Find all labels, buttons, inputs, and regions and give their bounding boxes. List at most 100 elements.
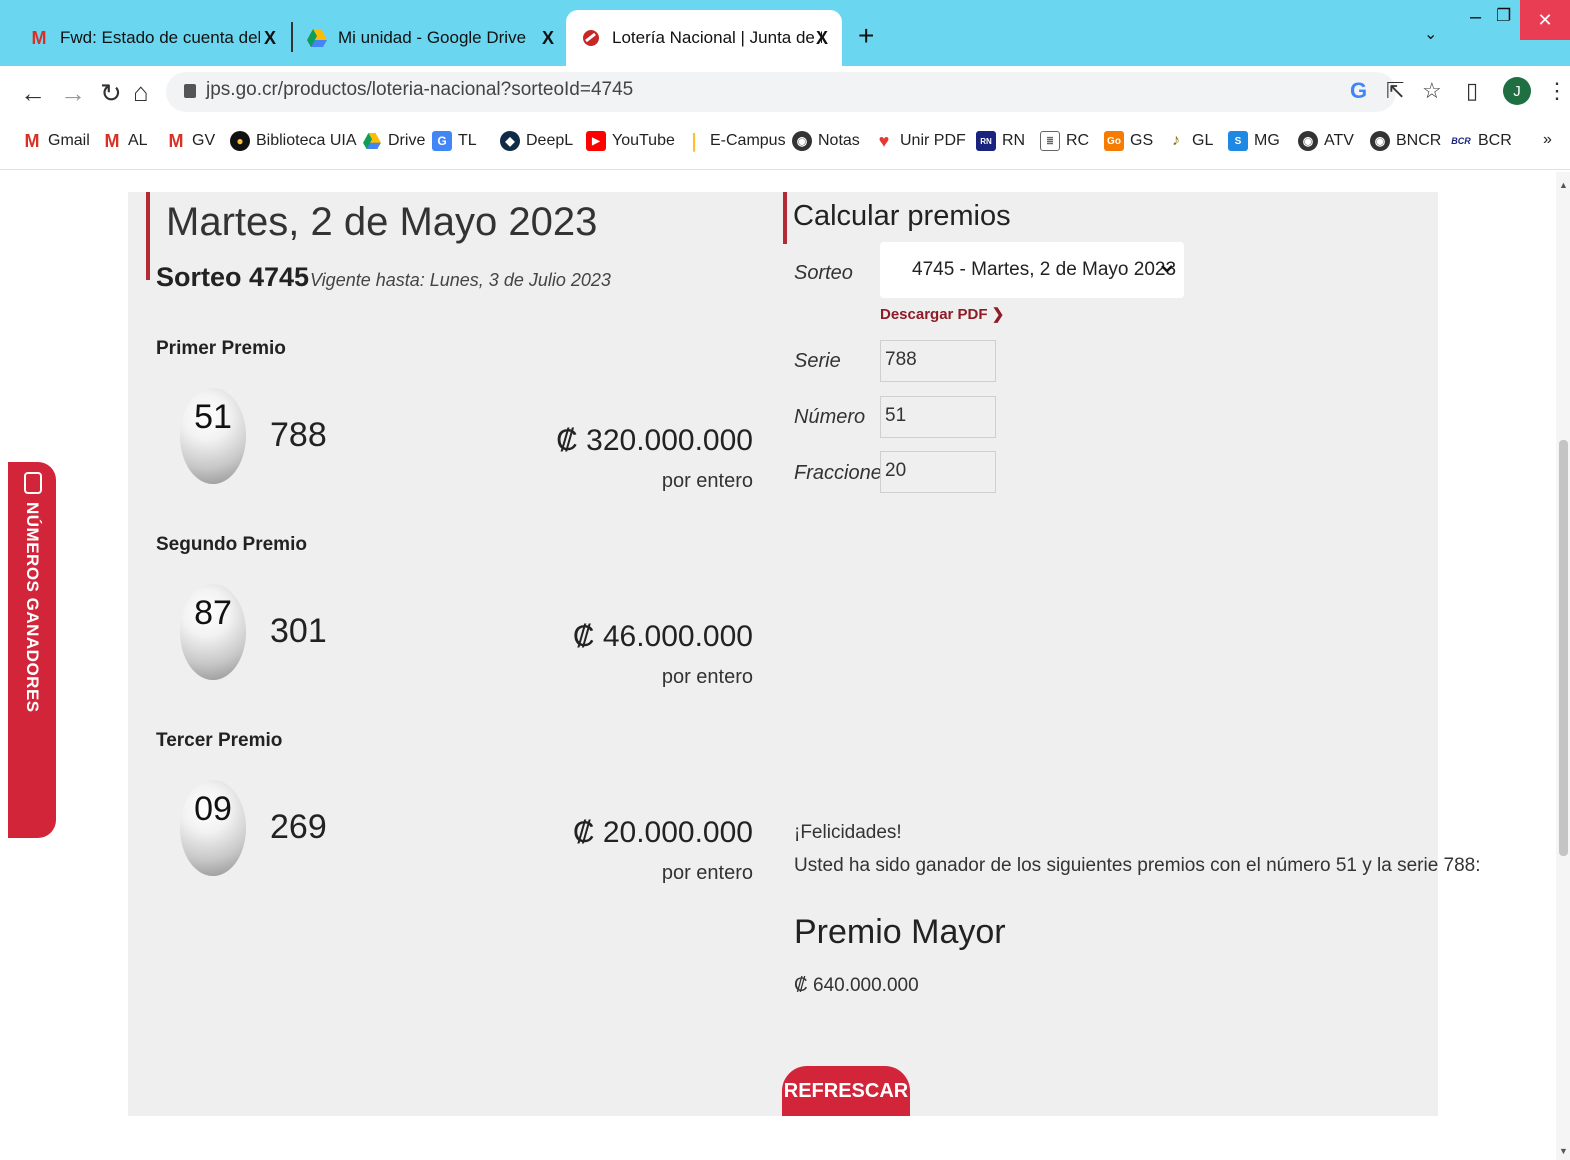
numero-label: Número — [794, 406, 866, 428]
tab-title: Lotería Nacional | Junta de Protec — [612, 28, 822, 47]
serie-input[interactable]: 788 — [880, 340, 996, 382]
globe-icon: ◉ — [792, 131, 812, 151]
rn-icon: RN — [976, 131, 996, 151]
bookmark-bcr[interactable]: BCR BCR — [1450, 131, 1512, 151]
scroll-up-icon[interactable]: ▲ — [1559, 180, 1568, 190]
bookmark-gl[interactable]: ♪ GL — [1166, 131, 1213, 151]
rc-icon: ≣ — [1040, 131, 1060, 151]
window-close-icon[interactable]: ✕ — [1520, 0, 1570, 40]
calc-accent-bar — [783, 192, 787, 244]
numeros-ganadores-tab[interactable]: NÚMEROS GANADORES — [8, 462, 56, 838]
chevron-down-icon — [1160, 261, 1174, 279]
ganador-message: Usted ha sido ganador de los siguientes … — [794, 855, 1481, 876]
fracciones-input[interactable]: 20 — [880, 451, 996, 493]
ticket-icon — [24, 472, 42, 494]
bookmark-tl[interactable]: G TL — [432, 131, 477, 151]
side-panel-icon[interactable]: ▯ — [1466, 78, 1478, 104]
ball-number: 51 — [194, 398, 232, 436]
content-panel — [128, 192, 1438, 1116]
bookmark-drive[interactable]: Drive — [362, 131, 425, 151]
gmail-icon: M — [168, 130, 184, 151]
scroll-down-icon[interactable]: ▼ — [1559, 1146, 1568, 1156]
bookmark-al[interactable]: M AL — [102, 131, 148, 151]
prize-serie: 269 — [270, 808, 327, 846]
bookmark-youtube[interactable]: ▶ YouTube — [586, 131, 675, 151]
descargar-pdf-link[interactable]: Descargar PDF ❯ — [880, 305, 1004, 323]
bookmark-gmail[interactable]: M Gmail — [22, 131, 90, 151]
prize-unit: por entero — [661, 666, 753, 688]
segundo-premio-label: Segundo Premio — [156, 534, 307, 555]
calcular-premios-title: Calcular premios — [793, 200, 1011, 232]
prize-amount: ₡ 320.000.000 — [556, 424, 753, 457]
bookmark-deepl[interactable]: ◆ DeepL — [500, 131, 573, 151]
bookmark-atv[interactable]: ◉ ATV — [1298, 131, 1354, 151]
bookmark-gv[interactable]: M GV — [166, 130, 216, 151]
reload-icon[interactable]: ↻ — [100, 78, 122, 109]
biblioteca-icon: ● — [230, 131, 250, 151]
draw-date-title: Martes, 2 de Mayo 2023 — [166, 200, 598, 244]
tab-drive[interactable]: Mi unidad - Google Drive X — [278, 10, 568, 66]
refrescar-button[interactable]: REFRESCAR — [782, 1066, 910, 1116]
minimize-icon[interactable]: – — [1470, 6, 1481, 29]
premio-mayor-amount: ₡ 640.000.000 — [794, 975, 919, 996]
bookmarks-overflow-icon[interactable]: » — [1543, 131, 1552, 149]
menu-icon[interactable]: ⋮ — [1546, 78, 1568, 104]
tab-search-icon[interactable]: ⌄ — [1424, 24, 1437, 44]
bookmark-rn[interactable]: RN RN — [976, 131, 1025, 151]
youtube-icon: ▶ — [586, 131, 606, 151]
bookmark-star-icon[interactable]: ☆ — [1422, 78, 1442, 104]
bookmark-label: GV — [192, 132, 216, 149]
drive-icon — [362, 131, 382, 151]
prize-serie: 301 — [270, 612, 327, 650]
serie-label: Serie — [794, 350, 841, 372]
ball-number: 87 — [194, 594, 232, 632]
bookmark-rc[interactable]: ≣ RC — [1040, 131, 1089, 151]
url-text[interactable]: jps.go.cr/productos/loteria-nacional?sor… — [206, 79, 633, 101]
lock-icon[interactable] — [184, 84, 196, 98]
new-tab-button[interactable]: + — [858, 20, 874, 52]
bookmark-label: Gmail — [48, 132, 90, 149]
ecampus-icon: ❘ — [686, 130, 702, 151]
numero-input[interactable]: 51 — [880, 396, 996, 438]
bookmark-mg[interactable]: S MG — [1228, 131, 1280, 151]
sorteo-select[interactable]: 4745 - Martes, 2 de Mayo 2023 — [880, 242, 1184, 298]
bookmark-gs[interactable]: Go GS — [1104, 131, 1153, 151]
bookmark-biblioteca[interactable]: ● Biblioteca UIA — [230, 131, 357, 151]
tab-loteria[interactable]: Lotería Nacional | Junta de Protec X — [566, 10, 842, 66]
tercer-premio-label: Tercer Premio — [156, 730, 283, 751]
google-translate-icon[interactable]: G — [1350, 78, 1367, 104]
bookmark-bncr[interactable]: ◉ BNCR — [1370, 131, 1441, 151]
profile-avatar[interactable]: J — [1503, 77, 1531, 105]
restore-icon[interactable]: ❐ — [1496, 6, 1511, 26]
sorteo-label: Sorteo — [794, 262, 853, 284]
forward-icon[interactable]: → — [60, 78, 86, 109]
close-tab-icon[interactable]: X — [542, 28, 554, 49]
bookmark-ecampus[interactable]: ❘ E-Campus — [684, 130, 785, 151]
bookmark-label: ATV — [1324, 132, 1354, 149]
bookmark-unirpdf[interactable]: ♥ Unir PDF — [874, 131, 966, 151]
close-tab-icon[interactable]: X — [264, 28, 276, 49]
lottery-ball: 51 — [180, 388, 246, 484]
bookmark-label: YouTube — [612, 132, 675, 149]
tab-gmail[interactable]: M Fwd: Estado de cuenta del Banco X — [0, 10, 290, 66]
deepl-icon: ◆ — [500, 131, 520, 151]
home-icon[interactable]: ⌂ — [133, 77, 149, 108]
globe-icon: ◉ — [1370, 131, 1390, 151]
felicidades-text: ¡Felicidades! — [794, 822, 902, 843]
gs-icon: Go — [1104, 131, 1124, 151]
scrollbar-thumb[interactable] — [1559, 440, 1568, 856]
globe-icon: ◉ — [1298, 131, 1318, 151]
lottery-ball: 09 — [180, 780, 246, 876]
bookmark-label: DeepL — [526, 132, 574, 149]
prize-unit: por entero — [661, 862, 753, 884]
bookmark-notas[interactable]: ◉ Notas — [792, 131, 860, 151]
fracciones-label: Fracciones — [794, 462, 892, 484]
bookmark-label: Notas — [818, 132, 860, 149]
bcr-icon: BCR — [1451, 136, 1471, 146]
sorteo-number: Sorteo 4745 — [156, 262, 310, 292]
prize-amount: ₡ 46.000.000 — [572, 620, 753, 653]
bookmark-label: Biblioteca UIA — [256, 132, 357, 149]
share-icon[interactable]: ⇱ — [1386, 78, 1404, 104]
back-icon[interactable]: ← — [20, 78, 46, 109]
close-tab-icon[interactable]: X — [816, 28, 828, 49]
